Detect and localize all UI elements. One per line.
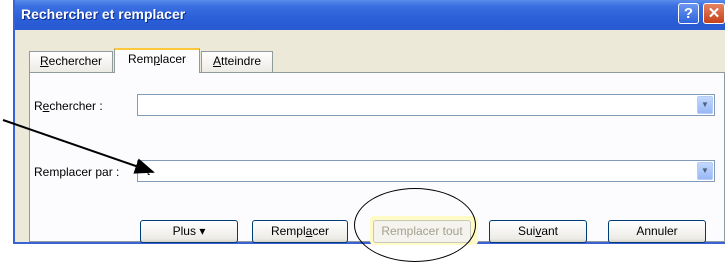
annotation-arrow-line: [2, 119, 155, 174]
